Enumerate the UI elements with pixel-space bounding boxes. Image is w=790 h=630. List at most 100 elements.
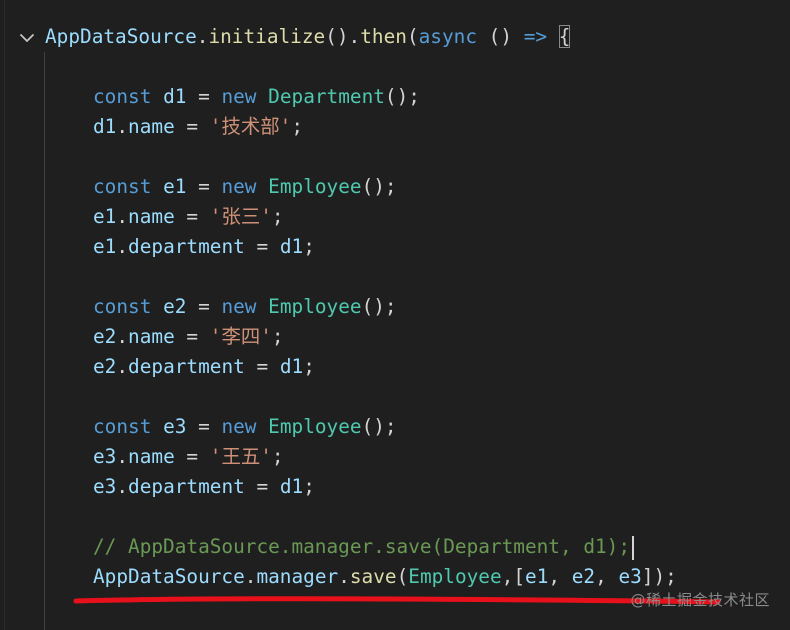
token-operator: = [186, 415, 222, 438]
token-variable: e1 [163, 175, 187, 198]
token-keyword: const [93, 85, 152, 108]
token-operator: = [174, 115, 210, 138]
token-keyword: const [93, 415, 152, 438]
token-punct: ,[ [501, 565, 526, 588]
code-line-e1-name: e1.name = '张三'; [93, 202, 284, 232]
code-line-e3-decl: const e3 = new Employee(); [93, 412, 397, 442]
token-property: department [128, 475, 245, 498]
watermark: @稀土掘金技术社区 [630, 591, 770, 609]
token-operator: = [244, 235, 280, 258]
token-punct: ( [406, 25, 419, 48]
token-punct: ; [271, 205, 284, 228]
token-punct: () [477, 25, 524, 48]
token-keyword: new [221, 415, 257, 438]
token-property: manager [256, 565, 339, 588]
code-line-e1-decl: const e1 = new Employee(); [93, 172, 397, 202]
token-keyword: new [221, 175, 257, 198]
token-operator: = [186, 175, 222, 198]
token-punct: . [196, 25, 209, 48]
token-punct: (); [384, 85, 420, 108]
token-punct: (); [361, 295, 397, 318]
token-class: Employee [268, 415, 362, 438]
token-class: Employee [268, 295, 362, 318]
token-string: '王五' [209, 445, 272, 468]
token-punct: ; [303, 355, 315, 378]
code-line-e2-name: e2.name = '李四'; [93, 322, 284, 352]
token-operator: = [174, 445, 210, 468]
token-class: Department [268, 85, 385, 108]
token-punct: ; [271, 445, 284, 468]
token-punct: . [338, 565, 350, 588]
token-identifier: AppDataSource [45, 25, 197, 48]
token-identifier: AppDataSource [93, 565, 245, 588]
code-line-e2-dept: e2.department = d1; [93, 352, 315, 382]
token-string: '李四' [209, 325, 272, 348]
token-variable: e3 [618, 565, 642, 588]
token-punct: . [116, 475, 129, 498]
token-operator: = [186, 85, 222, 108]
token-variable: e2 [163, 295, 187, 318]
token-keyword: new [221, 295, 257, 318]
token-punct: (); [361, 175, 397, 198]
code-line-1: AppDataSource.initialize().then(async ()… [45, 22, 571, 52]
code-line-comment: // AppDataSource.manager.save(Department… [93, 532, 635, 562]
token-punct: . [116, 205, 129, 228]
text-cursor [632, 535, 635, 560]
token-punct: . [116, 355, 129, 378]
chevron-down-icon[interactable] [17, 28, 37, 48]
code-line-d1-decl: const d1 = new Department(); [93, 82, 420, 112]
code-line-d1-name: d1.name = '技术部'; [93, 112, 303, 142]
token-punct: ; [291, 115, 303, 138]
token-property: name [128, 205, 175, 228]
token-punct: , [548, 565, 572, 588]
token-method: initialize [208, 25, 326, 48]
token-operator: = [186, 295, 222, 318]
token-operator: = [174, 205, 210, 228]
token-class: Employee [268, 175, 362, 198]
token-variable: e1 [525, 565, 549, 588]
token-punct: ; [303, 475, 315, 498]
token-method: save [349, 565, 397, 588]
token-comment: // AppDataSource.manager.save(Department… [93, 535, 631, 558]
token-punct: . [116, 445, 129, 468]
token-punct: , [595, 565, 619, 588]
token-property: name [128, 445, 175, 468]
token-punct: ; [271, 325, 284, 348]
token-property: name [128, 115, 175, 138]
token-variable: d1 [279, 235, 304, 258]
token-punct: (); [361, 415, 397, 438]
token-punct: ; [303, 235, 315, 258]
matched-brace: { [558, 25, 571, 48]
token-method: then [360, 25, 407, 48]
token-variable: d1 [279, 355, 304, 378]
token-variable: e2 [93, 355, 117, 378]
token-variable: e1 [93, 235, 117, 258]
gutter-border [4, 0, 5, 630]
code-line-e3-dept: e3.department = d1; [93, 472, 315, 502]
token-keyword: new [221, 85, 257, 108]
code-line-save-call: AppDataSource.manager.save(Employee,[e1,… [93, 562, 677, 592]
token-string: '张三' [209, 205, 272, 228]
token-punct: ( [396, 565, 409, 588]
red-underline-annotation [73, 596, 721, 605]
token-keyword: async [418, 25, 477, 48]
code-line-e3-name: e3.name = '王五'; [93, 442, 284, 472]
token-variable: e2 [571, 565, 596, 588]
token-punct: . [244, 565, 257, 588]
code-editor[interactable]: AppDataSource.initialize().then(async ()… [0, 0, 790, 630]
token-operator: = [244, 355, 280, 378]
token-variable: e3 [163, 415, 187, 438]
token-punct: ]); [641, 565, 677, 588]
token-punct: . [116, 325, 129, 348]
token-variable: e1 [93, 205, 117, 228]
token-property: name [128, 325, 175, 348]
token-operator: = [174, 325, 210, 348]
token-punct: . [116, 235, 129, 258]
indent-guide [44, 52, 45, 630]
token-variable: d1 [279, 475, 304, 498]
token-variable: e3 [93, 445, 117, 468]
code-line-e2-decl: const e2 = new Employee(); [93, 292, 397, 322]
token-property: department [128, 235, 245, 258]
token-keyword: const [93, 295, 152, 318]
